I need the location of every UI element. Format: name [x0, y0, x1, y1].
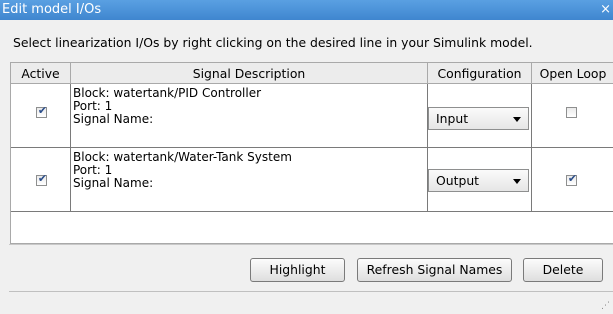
- delete-button[interactable]: Delete: [523, 258, 603, 282]
- refresh-signal-names-button[interactable]: Refresh Signal Names: [357, 258, 512, 282]
- open-loop-checkbox[interactable]: ✔: [566, 172, 578, 186]
- title-bar: Edit model I/Os ×: [0, 0, 613, 20]
- close-icon[interactable]: ×: [600, 0, 611, 20]
- status-bar: ⋰: [9, 291, 613, 314]
- io-table: Active Signal Description Configuration …: [10, 62, 613, 244]
- table-row[interactable]: ✔ Block: watertank/PID Controller Port: …: [11, 84, 613, 148]
- signal-description-cell: Block: watertank/PID Controller Port: 1 …: [71, 84, 428, 147]
- checkmark-icon: ✔: [567, 172, 578, 185]
- divider: [9, 244, 613, 245]
- configuration-dropdown[interactable]: Output: [428, 169, 529, 192]
- column-header-open-loop[interactable]: Open Loop: [532, 63, 613, 84]
- configuration-value: Input: [436, 111, 469, 126]
- window-title: Edit model I/Os: [2, 2, 102, 17]
- instructions-text: Select linearization I/Os by right click…: [13, 35, 533, 50]
- block-label: Block: watertank/Water-Tank System: [73, 150, 292, 164]
- active-cell: ✔: [11, 84, 71, 147]
- active-checkbox[interactable]: ✔: [36, 172, 48, 186]
- column-header-signal-description[interactable]: Signal Description: [71, 63, 428, 84]
- table-row[interactable]: ✔ Block: watertank/Water-Tank System Por…: [11, 148, 613, 212]
- configuration-value: Output: [436, 173, 480, 188]
- active-cell: ✔: [11, 148, 71, 211]
- chevron-down-icon: [513, 179, 521, 184]
- signal-name-label: Signal Name:: [73, 112, 154, 126]
- signal-description-cell: Block: watertank/Water-Tank System Port:…: [71, 148, 428, 211]
- checkmark-icon: ✔: [37, 172, 48, 185]
- highlight-button[interactable]: Highlight: [250, 258, 345, 282]
- chevron-down-icon: [513, 117, 521, 122]
- signal-name-label: Signal Name:: [73, 176, 154, 190]
- block-label: Block: watertank/PID Controller: [73, 86, 262, 100]
- column-header-configuration[interactable]: Configuration: [428, 63, 532, 84]
- column-header-active[interactable]: Active: [11, 63, 71, 84]
- configuration-cell: Input: [428, 84, 532, 147]
- open-loop-checkbox[interactable]: [566, 107, 577, 118]
- configuration-dropdown[interactable]: Input: [428, 107, 529, 130]
- open-loop-cell: [532, 84, 613, 147]
- configuration-cell: Output: [428, 148, 532, 211]
- checkmark-icon: ✔: [37, 104, 48, 117]
- open-loop-cell: ✔: [532, 148, 613, 211]
- active-checkbox[interactable]: ✔: [36, 104, 48, 118]
- resize-grip-icon[interactable]: ⋰: [601, 301, 610, 311]
